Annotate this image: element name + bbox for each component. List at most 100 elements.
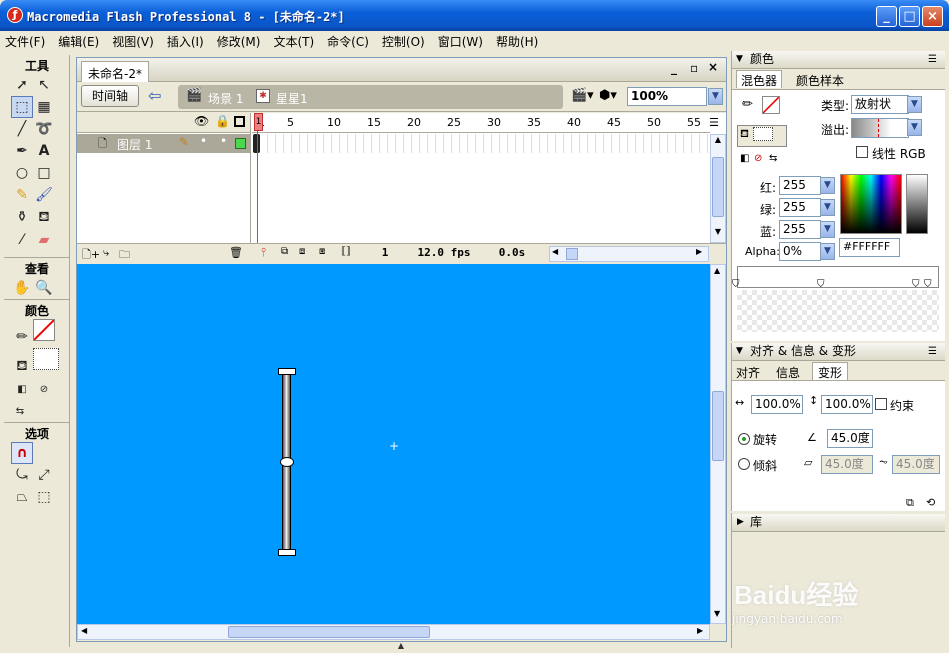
linear-rgb-checkbox[interactable]	[856, 146, 868, 158]
tab-swatches[interactable]: 颜色样本	[792, 71, 848, 89]
transform-collapse-icon[interactable]: ▼	[736, 343, 743, 360]
minimize-button[interactable]: _	[876, 6, 897, 27]
timeline-button[interactable]: 时间轴	[81, 85, 139, 107]
transform-handle-bottom[interactable]	[278, 549, 296, 556]
hand-tool-icon[interactable]: ✋	[11, 277, 33, 299]
outline-color-icon[interactable]	[235, 138, 246, 149]
brightness-slider[interactable]	[906, 174, 928, 234]
tab-info[interactable]: 信息	[776, 364, 800, 381]
eye-icon[interactable]: 👁	[194, 114, 209, 128]
transform-panel-menu-icon[interactable]: ☰	[928, 343, 937, 360]
transform-handle-top[interactable]	[278, 368, 296, 375]
copy-transform-icon[interactable]: ⧉	[906, 496, 914, 510]
onion-markers-icon[interactable]: ⟦⟧	[341, 246, 351, 257]
constrain-checkbox[interactable]	[875, 398, 887, 410]
scroll-right-icon[interactable]: ▶	[696, 247, 702, 256]
blue-field[interactable]: 255	[779, 220, 821, 239]
lasso-tool-icon[interactable]: ➰	[33, 118, 55, 140]
stage-scroll-right-icon[interactable]: ▶	[697, 626, 703, 635]
library-panel-header[interactable]: ▶ 库	[732, 514, 945, 532]
timeline-vscroll[interactable]: ▲ ▼	[710, 134, 726, 243]
fill-color-icon[interactable]: ⛾	[11, 356, 33, 378]
menu-modify[interactable]: 修改(M)	[217, 33, 261, 50]
center-frame-icon[interactable]: ⫯	[261, 245, 266, 260]
tab-mixer[interactable]: 混色器	[736, 70, 783, 88]
scale-icon[interactable]: ⤢	[33, 464, 55, 486]
flash-icon[interactable]: ƒ	[7, 7, 23, 23]
color-panel-header[interactable]: ▼ 颜色 ☰	[732, 51, 945, 69]
rectangle-tool-icon[interactable]: □	[33, 162, 55, 184]
line-tool-icon[interactable]: ╱	[11, 118, 33, 140]
edit-multiple-icon[interactable]: ⧆	[319, 246, 325, 257]
gradient-pointer-icon[interactable]: ⛉	[817, 279, 825, 290]
doc-close-icon[interactable]: ×	[708, 60, 718, 74]
rotate-skew-icon[interactable]: ⤿	[11, 464, 33, 486]
timeline-scroll-thumb[interactable]	[712, 157, 724, 217]
stage-scroll-left-icon[interactable]: ◀	[81, 626, 87, 635]
menu-help[interactable]: 帮助(H)	[496, 33, 538, 50]
paint-bucket-tool-icon[interactable]: ⛾	[33, 207, 55, 229]
menu-insert[interactable]: 插入(I)	[167, 33, 204, 50]
doc-minimize-icon[interactable]: _	[671, 61, 677, 75]
delete-layer-icon[interactable]: 🗑	[229, 246, 243, 259]
onion-outline-icon[interactable]: ⧈	[299, 246, 305, 257]
lock-icon[interactable]: 🔒	[215, 114, 230, 128]
black-white-icon[interactable]: ◧	[11, 378, 33, 400]
blue-dropdown-icon[interactable]: ▼	[820, 221, 835, 238]
frame-row[interactable]	[252, 134, 710, 153]
alpha-field[interactable]: 0%	[779, 242, 821, 261]
tab-align[interactable]: 对齐	[736, 364, 760, 381]
gradient-bar[interactable]	[737, 266, 939, 288]
stage-vscroll[interactable]: ▲ ▼	[710, 264, 726, 624]
layer-row[interactable]: 🗋 图层 1 ✎ • •	[77, 134, 250, 153]
envelope-icon[interactable]: ⬚	[33, 486, 55, 508]
stroke-color-swatch[interactable]	[33, 319, 55, 341]
overflow-dropdown-icon[interactable]: ▼	[907, 119, 922, 136]
stage-hscroll[interactable]: ◀ ▶	[77, 624, 710, 640]
fill-selector[interactable]: ⛾	[737, 125, 787, 147]
rotate-radio[interactable]	[738, 433, 750, 445]
green-field[interactable]: 255	[779, 198, 821, 217]
panel-collapse-icon[interactable]: ▼	[736, 51, 743, 68]
oval-tool-icon[interactable]: ○	[11, 162, 33, 184]
gradient-pointer-icon[interactable]: ⛉	[732, 279, 740, 290]
onion-skin-icon[interactable]: ⧉	[281, 246, 288, 257]
menu-edit[interactable]: 编辑(E)	[58, 33, 99, 50]
zoom-dropdown-icon[interactable]: ▼	[708, 88, 723, 105]
swap-mixer-icon[interactable]: ⇆	[769, 153, 777, 164]
menu-text[interactable]: 文本(T)	[273, 33, 314, 50]
scroll-left-icon[interactable]: ◀	[552, 247, 558, 256]
library-expand-icon[interactable]: ▶	[737, 514, 744, 531]
type-select[interactable]: 放射状	[851, 95, 909, 114]
scroll-up-icon[interactable]: ▲	[711, 135, 725, 149]
ink-bottle-tool-icon[interactable]: ⚱	[11, 206, 33, 228]
gradient-pointer-icon[interactable]: ⛉	[924, 279, 932, 290]
zoom-field[interactable]: 100%	[627, 87, 707, 106]
frame-ruler[interactable]: 1510152025303540455055	[252, 113, 710, 133]
brush-tool-icon[interactable]: 🖌	[33, 184, 55, 206]
transform-center-point[interactable]	[280, 457, 294, 467]
breadcrumb-scene[interactable]: 场景 1	[208, 90, 243, 107]
add-guide-layer-icon[interactable]: ⤷	[103, 246, 109, 260]
lock-dot[interactable]: •	[220, 134, 227, 148]
text-tool-icon[interactable]: A	[33, 140, 55, 162]
stage-hscroll-thumb[interactable]	[228, 626, 430, 638]
swap-colors-icon[interactable]: ⇆	[11, 400, 29, 422]
no-color-mixer-icon[interactable]: ⊘	[754, 153, 762, 164]
zoom-tool-icon[interactable]: 🔍	[33, 277, 55, 299]
menu-control[interactable]: 控制(O)	[382, 33, 425, 50]
red-field[interactable]: 255	[779, 176, 821, 195]
stage-scroll-down-icon[interactable]: ▼	[714, 609, 720, 618]
menu-file[interactable]: 文件(F)	[5, 33, 45, 50]
height-scale-field[interactable]: 100.0%	[821, 395, 873, 414]
doc-restore-icon[interactable]: ▫	[690, 61, 698, 75]
skew-radio[interactable]	[738, 458, 750, 470]
stroke-color-icon[interactable]: ✏	[11, 326, 33, 348]
transform-panel-header[interactable]: ▼ 对齐 & 信息 & 变形 ☰	[732, 343, 945, 361]
playhead[interactable]: 1	[254, 113, 263, 131]
fill-color-swatch[interactable]	[33, 348, 59, 370]
timeline-hscroll[interactable]: ◀ ▶	[549, 246, 709, 262]
no-color-icon[interactable]: ⊘	[33, 378, 55, 400]
timeline-menu-icon[interactable]: ☰	[709, 116, 719, 129]
insert-folder-icon[interactable]: 🗀	[119, 246, 130, 265]
